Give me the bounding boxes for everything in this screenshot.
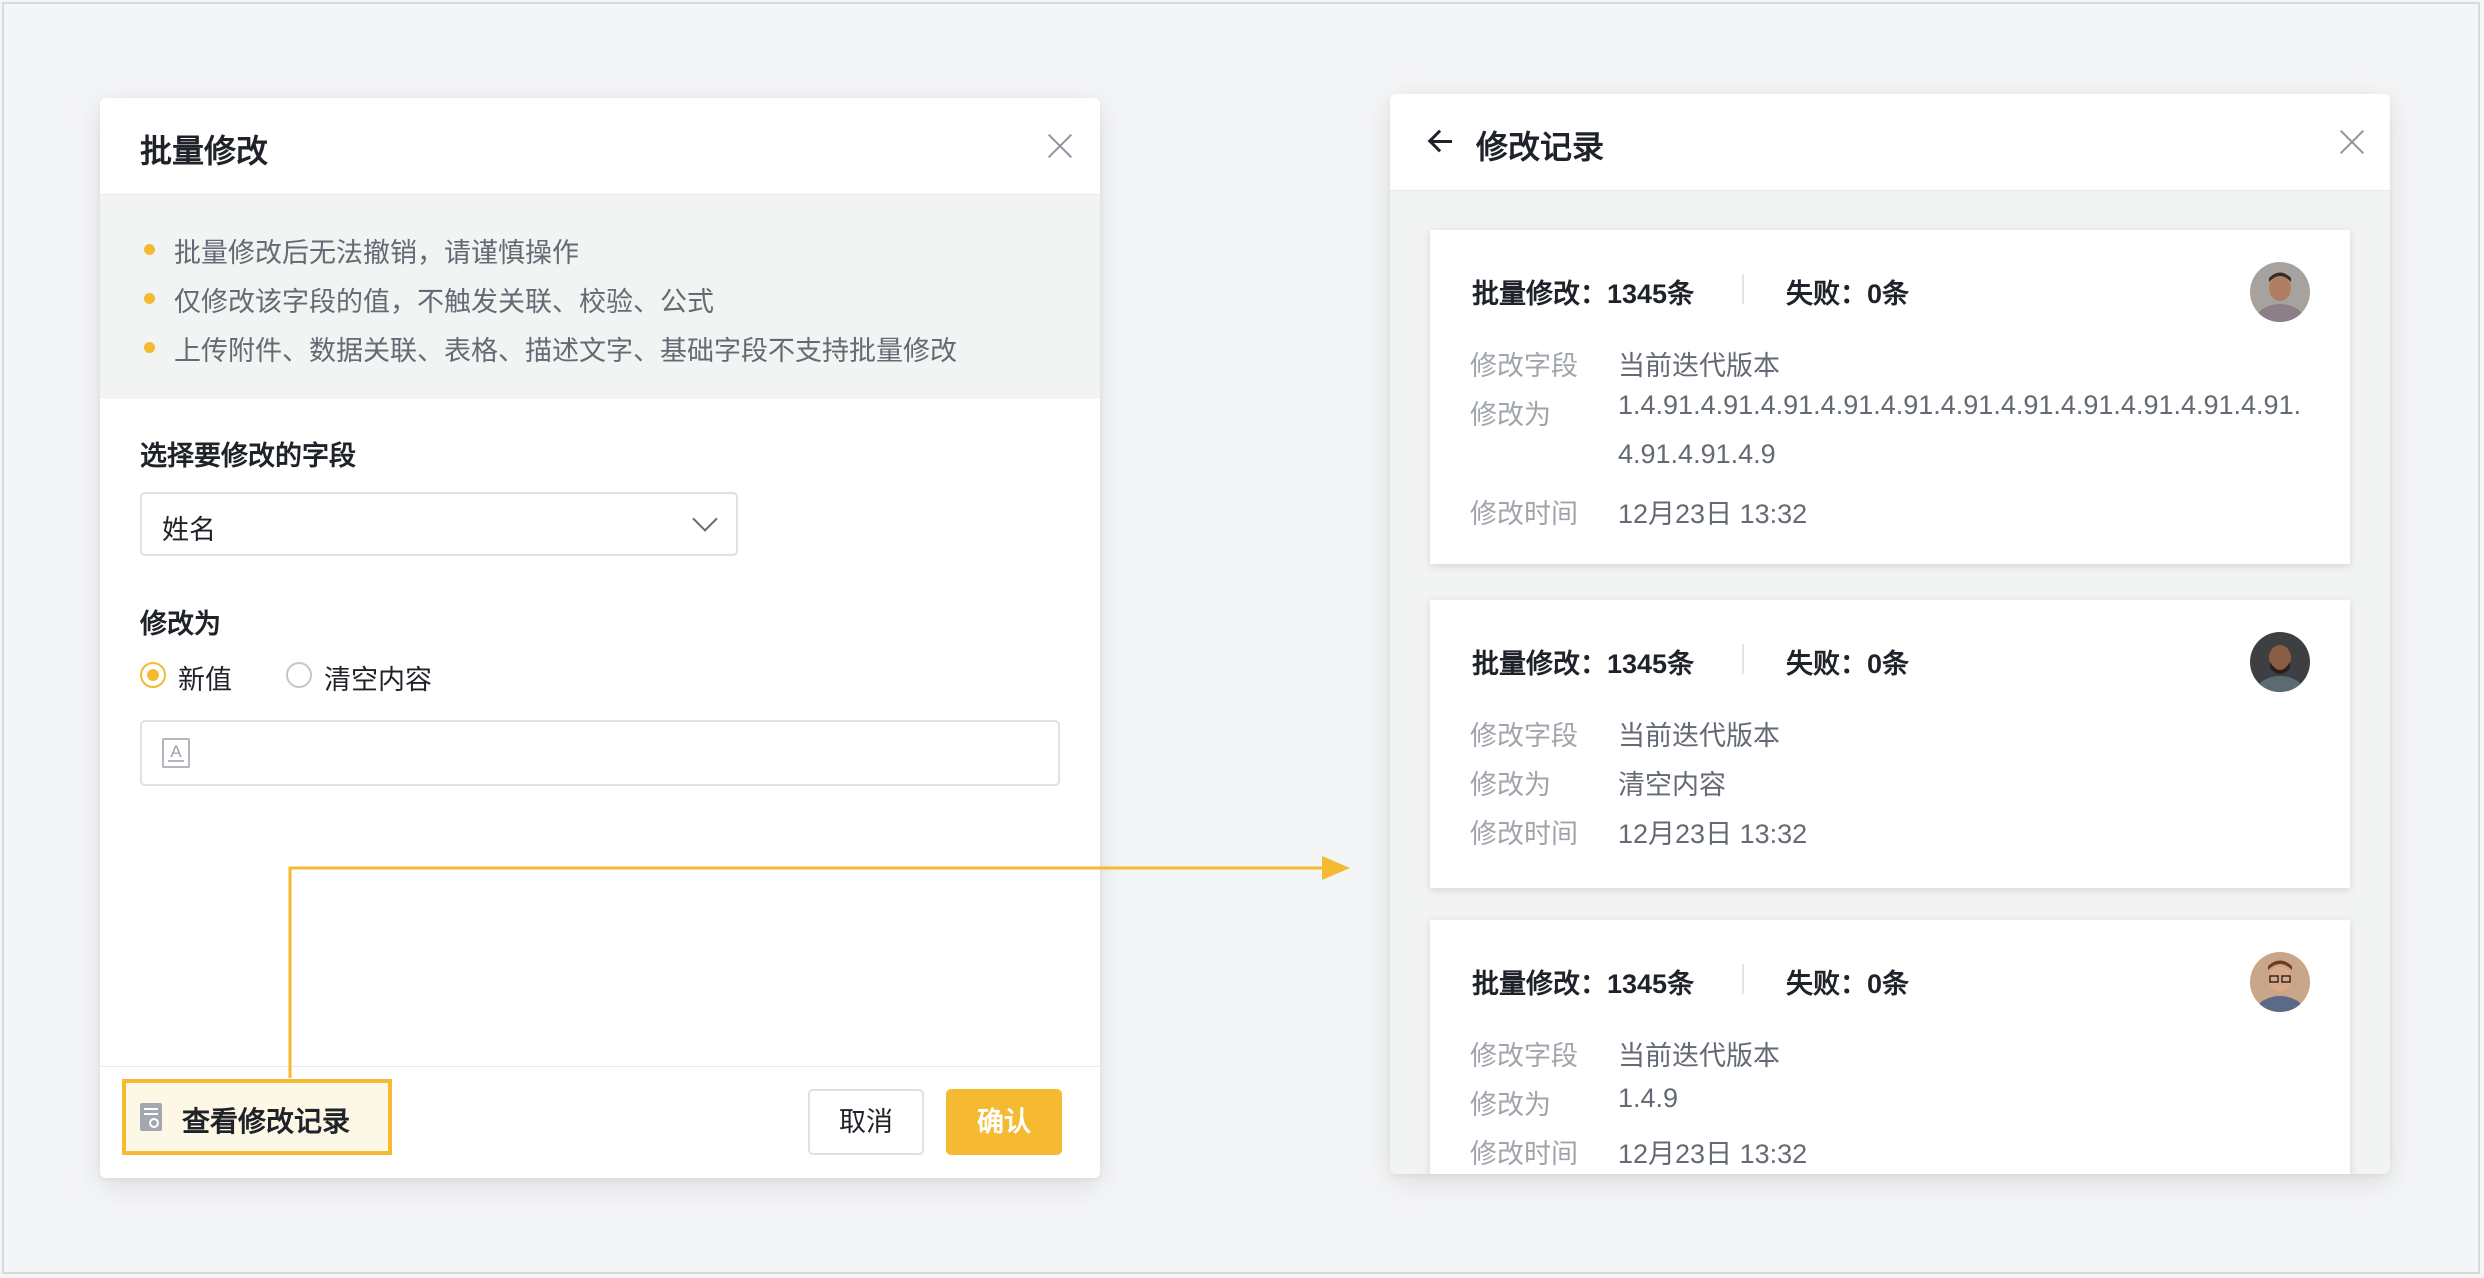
avatar	[2250, 952, 2310, 1012]
record-value-key: 修改为	[1470, 1090, 1551, 1120]
record-time-value: 12月23日 13:32	[1618, 499, 1808, 529]
view-history-button[interactable]: 查看修改记录	[122, 1079, 392, 1155]
tip-item: 上传附件、数据关联、表格、描述文字、基础字段不支持批量修改	[144, 329, 957, 368]
record-field-key: 修改字段	[1470, 1041, 1578, 1071]
record-new-value: 1.4.91.4.91.4.91.4.91.4.91.4.91.4.91.4.9…	[1618, 390, 2302, 469]
radio-checked-icon	[140, 662, 166, 688]
record-field-value: 当前迭代版本	[1618, 351, 1780, 381]
dialog-title: 批量修改	[140, 133, 269, 169]
panel-header: 修改记录	[1390, 94, 2390, 191]
panel-title: 修改记录	[1476, 129, 1605, 165]
record-time-key: 修改时间	[1470, 1139, 1578, 1169]
field-select-label: 选择要修改的字段	[140, 441, 356, 471]
radio-label: 新值	[178, 665, 232, 695]
cancel-button[interactable]: 取消	[808, 1089, 924, 1155]
record-new-value: 清空内容	[1618, 770, 1726, 800]
record-value-key: 修改为	[1470, 400, 1551, 430]
avatar	[2250, 632, 2310, 692]
stat-divider	[1742, 964, 1744, 994]
record-field-key: 修改字段	[1470, 351, 1578, 381]
batch-count: 批量修改：1345条	[1472, 969, 1695, 999]
tip-item: 仅修改该字段的值，不触发关联、校验、公式	[144, 280, 714, 319]
record-field-value: 当前迭代版本	[1618, 1041, 1780, 1071]
failed-count: 失败：0条	[1786, 969, 1910, 999]
radio-label: 清空内容	[324, 665, 432, 695]
stat-divider	[1742, 274, 1744, 304]
record-new-value: 1.4.9	[1618, 1083, 1679, 1113]
warning-tips: 批量修改后无法撤销，请谨慎操作 仅修改该字段的值，不触发关联、校验、公式 上传附…	[100, 195, 1100, 399]
record-field-key: 修改字段	[1470, 721, 1578, 751]
stat-divider	[1742, 644, 1744, 674]
avatar	[2250, 262, 2310, 322]
field-select[interactable]: 姓名	[140, 492, 738, 556]
failed-count: 失败：0条	[1786, 649, 1910, 679]
view-history-label: 查看修改记录	[182, 1106, 351, 1137]
batch-count: 批量修改：1345条	[1472, 649, 1695, 679]
tip-item: 批量修改后无法撤销，请谨慎操作	[144, 231, 579, 270]
dialog-header: 批量修改	[100, 98, 1100, 195]
record-value-key: 修改为	[1470, 770, 1551, 800]
history-record-card: 批量修改：1345条 失败：0条 修改字段 当前迭代版本 修改为 清空内容 修改…	[1430, 600, 2350, 888]
close-icon[interactable]	[1046, 132, 1074, 160]
history-record-card: 批量修改：1345条 失败：0条 修改字段 当前迭代版本 修改为 1.4.9 修…	[1430, 920, 2350, 1174]
chevron-down-icon	[692, 506, 718, 532]
record-time-value: 12月23日 13:32	[1618, 819, 1808, 849]
record-field-value: 当前迭代版本	[1618, 721, 1780, 751]
modify-to-label: 修改为	[140, 609, 221, 639]
field-select-value: 姓名	[162, 515, 216, 545]
failed-count: 失败：0条	[1786, 279, 1910, 309]
history-record-card: 批量修改：1345条 失败：0条 修改字段 当前迭代版本 修改为 1.4.91.…	[1430, 230, 2350, 564]
document-search-icon	[140, 1103, 162, 1131]
record-time-key: 修改时间	[1470, 819, 1578, 849]
dialog-footer: 查看修改记录 取消 确认	[100, 1066, 1100, 1178]
record-time-value: 12月23日 13:32	[1618, 1139, 1808, 1169]
confirm-button[interactable]: 确认	[946, 1089, 1062, 1155]
history-panel: 修改记录 批量修改：1345条 失败：0条 修改字段 当前迭代版本 修改为 1.…	[1390, 94, 2390, 1174]
text-field-icon: A	[162, 738, 190, 768]
radio-unchecked-icon	[286, 662, 312, 688]
batch-count: 批量修改：1345条	[1472, 279, 1695, 309]
batch-modify-dialog: 批量修改 批量修改后无法撤销，请谨慎操作 仅修改该字段的值，不触发关联、校验、公…	[100, 98, 1100, 1178]
back-arrow-icon[interactable]	[1428, 128, 1454, 154]
close-icon[interactable]	[2338, 128, 2366, 156]
record-time-key: 修改时间	[1470, 499, 1578, 529]
new-value-input[interactable]: A	[140, 720, 1060, 786]
